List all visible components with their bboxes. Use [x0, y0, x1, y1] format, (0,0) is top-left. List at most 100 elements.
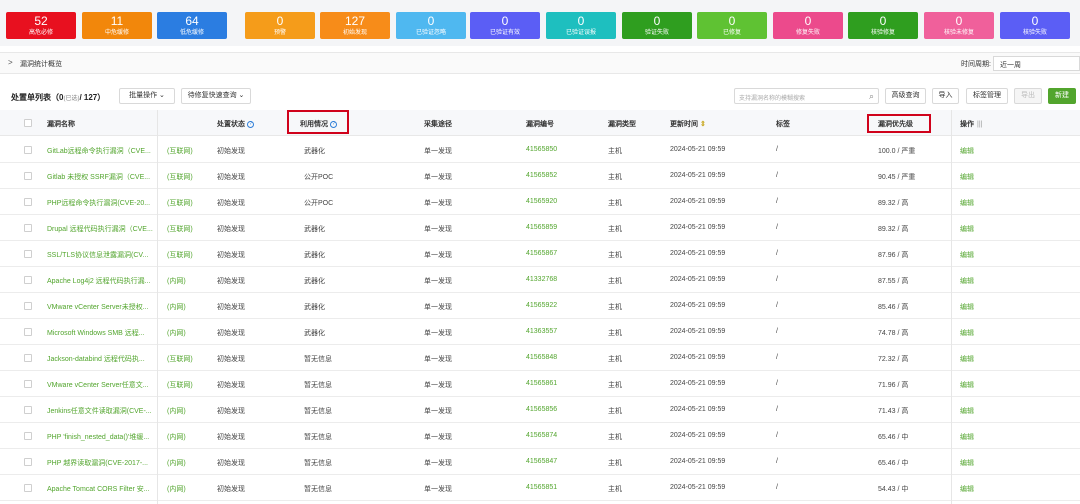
edit-link[interactable]: 编辑	[960, 224, 974, 234]
vuln-name-link[interactable]: PHP 'finish_nested_data()'堆缓...	[47, 432, 149, 442]
edit-link[interactable]: 编辑	[960, 302, 974, 312]
vuln-name-link[interactable]: Drupal 远程代码执行漏洞（CVE...	[47, 224, 153, 234]
quick-query-button[interactable]: 待修复快速查询 ⌄	[181, 88, 251, 104]
stat-card[interactable]: 64 低危缓修	[157, 12, 227, 39]
row-checkbox[interactable]	[24, 406, 32, 414]
edit-link[interactable]: 编辑	[960, 198, 974, 208]
edit-link[interactable]: 编辑	[960, 146, 974, 156]
vuln-name-link[interactable]: VMware vCenter Server任意文...	[47, 380, 149, 390]
overview-bar[interactable]: > 漏洞统计概览 时间周期: 近一周	[0, 52, 1080, 74]
vuln-id-link[interactable]: 41565852	[526, 172, 557, 179]
table-row[interactable]: Drupal 远程代码执行漏洞（CVE... (互联网) 初始发现 武器化 单一发现 41…	[0, 215, 1080, 241]
edit-link[interactable]: 编辑	[960, 458, 974, 468]
vuln-id-link[interactable]: 41565851	[526, 484, 557, 491]
columns-icon[interactable]: |||	[977, 121, 982, 128]
vuln-id-link[interactable]: 41565850	[526, 146, 557, 153]
table-row[interactable]: Jackson-databind 远程代码执... (互联网) 初始发现 暂无信息 单一…	[0, 345, 1080, 371]
edit-link[interactable]: 编辑	[960, 250, 974, 260]
stat-card[interactable]: 0 预警	[245, 12, 315, 39]
info-icon[interactable]: ?	[247, 120, 254, 128]
edit-link[interactable]: 编辑	[960, 354, 974, 364]
search-input[interactable]: 支持漏洞名称的模糊搜索 ⌕	[734, 88, 879, 104]
stat-card[interactable]: 0 已验证有效	[470, 12, 540, 39]
table-row[interactable]: PHP 越界读取漏洞(CVE-2017-... (内网) 初始发现 暂无信息 单一发现 4…	[0, 449, 1080, 475]
vuln-id-link[interactable]: 41565920	[526, 198, 557, 205]
vuln-name-link[interactable]: PHP远程命令执行漏洞(CVE-20...	[47, 198, 150, 208]
advanced-query-button[interactable]: 高级查询	[885, 88, 926, 104]
stat-card[interactable]: 0 核验修复	[848, 12, 918, 39]
row-checkbox[interactable]	[24, 172, 32, 180]
edit-link[interactable]: 编辑	[960, 276, 974, 286]
vuln-name-link[interactable]: VMware vCenter Server未授权...	[47, 302, 149, 312]
search-icon[interactable]: ⌕	[869, 91, 874, 102]
table-row[interactable]: Microsoft Windows SMB 远程... (内网) 初始发现 武器化 单一…	[0, 319, 1080, 345]
row-checkbox[interactable]	[24, 354, 32, 362]
stat-card[interactable]: 11 中危缓修	[82, 12, 152, 39]
row-checkbox[interactable]	[24, 432, 32, 440]
vuln-name-link[interactable]: GitLab远程命令执行漏洞（CVE...	[47, 146, 151, 156]
table-row[interactable]: Gitlab 未授权 SSRF漏洞（CVE... (互联网) 初始发现 公开POC 单一…	[0, 163, 1080, 189]
edit-link[interactable]: 编辑	[960, 172, 974, 182]
stat-card[interactable]: 0 验证失败	[622, 12, 692, 39]
stat-card[interactable]: 0 已验证误报	[546, 12, 616, 39]
chevron-right-icon[interactable]: >	[8, 58, 13, 67]
table-row[interactable]: PHP 'finish_nested_data()'堆缓... (内网) 初始发现 暂…	[0, 423, 1080, 449]
overview-title[interactable]: 漏洞统计概览	[20, 59, 62, 69]
table-row[interactable]: VMware vCenter Server未授权... (内网) 初始发现 武器化 单一…	[0, 293, 1080, 319]
table-row[interactable]: VMware vCenter Server任意文... (互联网) 初始发现 暂无信息…	[0, 371, 1080, 397]
table-row[interactable]: GitLab远程命令执行漏洞（CVE... (互联网) 初始发现 武器化 单一发现 415…	[0, 137, 1080, 163]
table-row[interactable]: SSL/TLS协议信息泄露漏洞(CV... (互联网) 初始发现 武器化 单一发现 415…	[0, 241, 1080, 267]
row-checkbox[interactable]	[24, 276, 32, 284]
row-checkbox[interactable]	[24, 146, 32, 154]
new-button[interactable]: 新建	[1048, 88, 1076, 104]
edit-link[interactable]: 编辑	[960, 328, 974, 338]
vuln-name-link[interactable]: Gitlab 未授权 SSRF漏洞（CVE...	[47, 172, 150, 182]
info-icon[interactable]: ?	[330, 120, 337, 128]
row-checkbox[interactable]	[24, 302, 32, 310]
vuln-id-link[interactable]: 41565874	[526, 432, 557, 439]
stat-card[interactable]: 0 修复失败	[773, 12, 843, 39]
col-updated[interactable]: 更新时间 ⇕	[670, 119, 706, 129]
stat-card[interactable]: 0 已验证忽略	[396, 12, 466, 39]
row-checkbox[interactable]	[24, 250, 32, 258]
sort-icon[interactable]: ⇕	[700, 121, 706, 128]
vuln-id-link[interactable]: 41363557	[526, 328, 557, 335]
vuln-name-link[interactable]: Apache Log4j2 远程代码执行漏...	[47, 276, 151, 286]
row-checkbox[interactable]	[24, 484, 32, 492]
vuln-id-link[interactable]: 41565859	[526, 224, 557, 231]
edit-link[interactable]: 编辑	[960, 484, 974, 494]
stat-card[interactable]: 0 核验失败	[1000, 12, 1070, 39]
export-button[interactable]: 导出	[1014, 88, 1042, 104]
vuln-name-link[interactable]: Jackson-databind 远程代码执...	[47, 354, 145, 364]
vuln-id-link[interactable]: 41565847	[526, 458, 557, 465]
vuln-id-link[interactable]: 41565856	[526, 406, 557, 413]
vuln-id-link[interactable]: 41565867	[526, 250, 557, 257]
stat-card[interactable]: 52 高危必修	[6, 12, 76, 39]
row-checkbox[interactable]	[24, 380, 32, 388]
batch-ops-button[interactable]: 批量操作 ⌄	[119, 88, 175, 104]
row-checkbox[interactable]	[24, 328, 32, 336]
vuln-name-link[interactable]: SSL/TLS协议信息泄露漏洞(CV...	[47, 250, 148, 260]
table-row[interactable]: Apache Tomcat CORS Filter 安... (内网) 初始发现 暂无…	[0, 475, 1080, 501]
vuln-id-link[interactable]: 41565861	[526, 380, 557, 387]
row-checkbox[interactable]	[24, 224, 32, 232]
stat-card[interactable]: 127 初始发现	[320, 12, 390, 39]
vuln-name-link[interactable]: Microsoft Windows SMB 远程...	[47, 328, 145, 338]
edit-link[interactable]: 编辑	[960, 380, 974, 390]
table-row[interactable]: Jenkins任意文件读取漏洞(CVE-... (内网) 初始发现 暂无信息 单一发现 4…	[0, 397, 1080, 423]
table-row[interactable]: Apache Log4j2 远程代码执行漏... (内网) 初始发现 武器化 单一发现 4…	[0, 267, 1080, 293]
vuln-id-link[interactable]: 41565848	[526, 354, 557, 361]
period-select[interactable]: 近一周	[993, 56, 1080, 71]
row-checkbox[interactable]	[24, 458, 32, 466]
edit-link[interactable]: 编辑	[960, 406, 974, 416]
vuln-name-link[interactable]: PHP 越界读取漏洞(CVE-2017-...	[47, 458, 148, 468]
stat-card[interactable]: 0 核验未修复	[924, 12, 994, 39]
vuln-id-link[interactable]: 41565922	[526, 302, 557, 309]
tag-management-button[interactable]: 标签管理	[966, 88, 1008, 104]
vuln-id-link[interactable]: 41332768	[526, 276, 557, 283]
stat-card[interactable]: 0 已修复	[697, 12, 767, 39]
vuln-name-link[interactable]: Apache Tomcat CORS Filter 安...	[47, 484, 150, 494]
import-button[interactable]: 导入	[932, 88, 959, 104]
select-all-checkbox[interactable]	[24, 119, 32, 127]
table-row[interactable]: PHP远程命令执行漏洞(CVE-20... (互联网) 初始发现 公开POC 单一发现 4…	[0, 189, 1080, 215]
